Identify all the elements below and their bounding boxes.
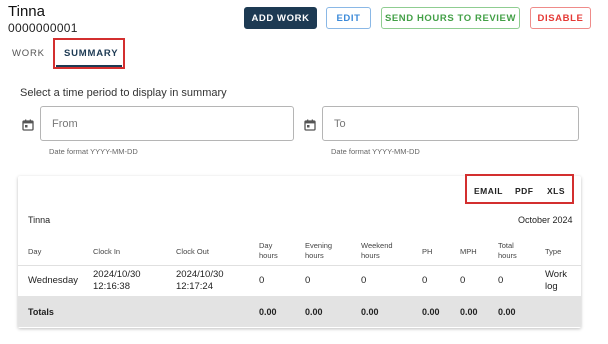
email-export-button[interactable]: EMAIL [474, 186, 503, 196]
tab-work[interactable]: WORK [12, 48, 45, 59]
cell-weekend-hours: 0 [361, 275, 367, 286]
cell-clock-in: 2024/10/30 12:16:38 [93, 269, 141, 292]
xls-export-button[interactable]: XLS [547, 186, 565, 196]
calendar-icon[interactable] [304, 118, 316, 136]
cell-evening-hours: 0 [305, 275, 311, 286]
calendar-icon[interactable] [22, 118, 34, 136]
to-date-field[interactable] [322, 106, 579, 141]
summary-month: October 2024 [518, 215, 573, 225]
from-date-input[interactable] [50, 117, 269, 131]
totals-mph: 0.00 [460, 307, 478, 317]
column-header: Day hours [259, 241, 278, 260]
cell-day: Wednesday [28, 275, 78, 286]
tab-summary[interactable]: SUMMARY [64, 48, 118, 59]
column-header: Evening hours [305, 241, 333, 260]
cell-total-hours: 0 [498, 275, 504, 286]
column-header: Total hours [498, 241, 517, 260]
column-header: Clock Out [176, 247, 209, 256]
summary-employee-name: Tinna [28, 215, 51, 225]
column-header: MPH [460, 247, 477, 256]
add-work-button[interactable]: ADD WORK [244, 7, 317, 29]
totals-label: Totals [28, 307, 54, 317]
disable-button[interactable]: DISABLE [530, 7, 591, 29]
user-id: 0000000001 [8, 21, 78, 35]
to-date-input[interactable] [332, 117, 553, 131]
user-name: Tinna [8, 3, 45, 20]
tab-active-indicator [56, 65, 122, 67]
column-header: Weekend hours [361, 241, 393, 260]
to-date-hint: Date format YYYY-MM-DD [331, 147, 420, 156]
period-label: Select a time period to display in summa… [20, 87, 227, 99]
column-header: Clock In [93, 247, 121, 256]
cell-day-hours: 0 [259, 275, 265, 286]
totals-total-hours: 0.00 [498, 307, 516, 317]
cell-ph: 0 [422, 275, 428, 286]
column-header: Day [28, 247, 42, 256]
totals-ph: 0.00 [422, 307, 440, 317]
cell-type: Work log [545, 269, 567, 292]
cell-clock-out: 2024/10/30 12:17:24 [176, 269, 224, 292]
column-header: PH [422, 247, 433, 256]
column-header: Type [545, 247, 562, 256]
from-date-hint: Date format YYYY-MM-DD [49, 147, 138, 156]
from-date-field[interactable] [40, 106, 294, 141]
pdf-export-button[interactable]: PDF [515, 186, 534, 196]
edit-button[interactable]: EDIT [326, 7, 371, 29]
totals-row [18, 296, 581, 327]
send-hours-to-review-button[interactable]: SEND HOURS TO REVIEW [381, 7, 520, 29]
totals-evening-hours: 0.00 [305, 307, 323, 317]
totals-day-hours: 0.00 [259, 307, 277, 317]
totals-weekend-hours: 0.00 [361, 307, 379, 317]
cell-mph: 0 [460, 275, 466, 286]
table-divider [18, 265, 581, 266]
